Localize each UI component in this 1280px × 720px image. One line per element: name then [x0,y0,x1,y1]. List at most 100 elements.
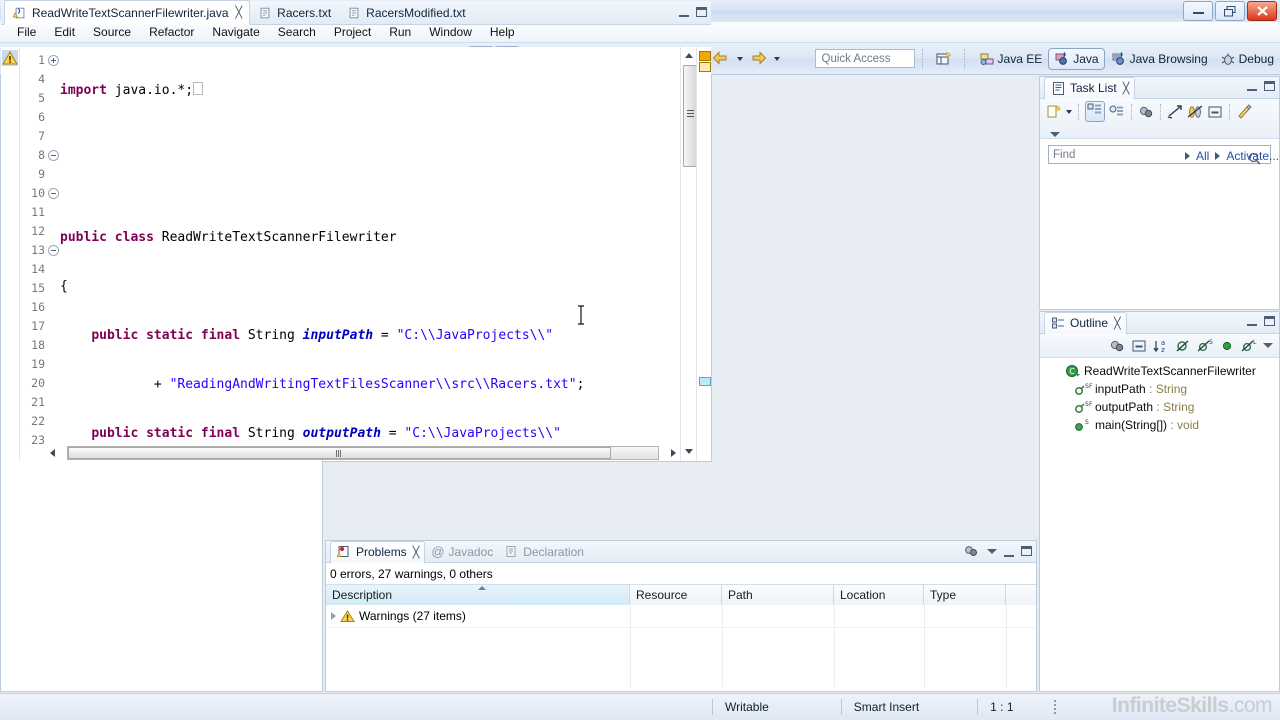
code-area[interactable]: 1 4 5 6 7 8 9 10 11 12 13 14 15 16 17 18… [1,47,711,460]
outline-item-class[interactable]: C ReadWriteTextScannerFilewriter [1040,362,1279,380]
tab-outline[interactable]: Outline ╳ [1044,311,1127,335]
collapse-all-icon[interactable] [1207,104,1223,120]
expand-arrow-icon[interactable] [326,612,340,620]
focus-on-active-task-icon[interactable] [1187,104,1203,120]
fold-marker[interactable] [47,184,60,203]
menu-run[interactable]: Run [380,23,420,41]
chevron-right-icon[interactable] [1215,152,1221,160]
minimize-icon[interactable] [679,6,689,17]
menu-source[interactable]: Source [84,23,140,41]
fold-collapse-icon[interactable] [48,150,59,161]
overview-occurrence-marker[interactable] [699,377,711,386]
tab-javadoc[interactable]: @ Javadoc [425,541,499,562]
focus-on-workweek-icon[interactable] [1138,104,1154,120]
hide-fields-icon[interactable] [1175,338,1191,354]
minimize-icon[interactable] [1247,315,1257,326]
close-icon[interactable]: ╳ [413,546,420,559]
editor-tab-readwritetextscannerfilewriter-java[interactable]: ReadWriteTextScannerFilewriter.java ╳ [4,0,251,25]
forward-dropdown-icon[interactable] [771,47,782,71]
scroll-down-icon[interactable] [685,449,693,454]
menu-edit[interactable]: Edit [45,23,84,41]
outline-item-outputpath[interactable]: SF outputPath : String [1040,398,1279,416]
restore-button[interactable] [1215,1,1245,21]
view-filters-icon[interactable] [964,544,980,558]
column-header-path[interactable]: Path [722,585,834,605]
fold-marker[interactable] [47,51,60,70]
open-perspective-icon[interactable] [931,46,957,72]
outline-item-inputpath[interactable]: SF inputPath : String [1040,380,1279,398]
close-icon[interactable]: ╳ [1114,317,1121,330]
maximize-icon[interactable] [1264,315,1275,326]
editor-horizontal-scrollbar[interactable] [47,446,679,460]
fold-expand-icon[interactable] [48,55,59,66]
restore-task-icon[interactable] [1236,103,1252,120]
categorized-presentation-button[interactable] [1085,101,1105,122]
close-button[interactable] [1247,1,1277,21]
sort-icon[interactable]: az [1153,338,1169,354]
new-task-icon[interactable] [1046,104,1062,120]
view-menu-icon[interactable] [987,548,997,554]
scrollbar-thumb[interactable] [683,65,697,167]
overview-warning-marker[interactable] [699,51,711,61]
annotation-ruler[interactable] [1,47,20,460]
perspective-java[interactable]: Java [1048,47,1105,70]
scroll-right-icon[interactable] [671,449,676,457]
maximize-icon[interactable] [1264,80,1275,91]
chevron-right-icon[interactable] [1185,152,1190,160]
new-task-dropdown-icon[interactable] [1066,109,1072,114]
fold-collapse-icon[interactable] [48,188,59,199]
column-header-type[interactable]: Type [924,585,1006,605]
perspective-debug[interactable]: Debug [1214,48,1280,70]
fold-collapse-icon[interactable] [48,245,59,256]
focus-on-active-task-icon[interactable] [1109,338,1125,354]
column-header-resource[interactable]: Resource [630,585,722,605]
menu-window[interactable]: Window [420,23,481,41]
view-menu-icon[interactable] [1263,343,1273,348]
menu-project[interactable]: Project [325,23,380,41]
outline-item-main[interactable]: S main(String[]) : void [1040,416,1279,434]
view-menu-icon[interactable] [1050,132,1060,137]
minimize-icon[interactable] [1247,80,1257,91]
tab-task-list[interactable]: Task List ╳ [1044,76,1136,100]
menu-refactor[interactable]: Refactor [140,23,203,41]
perspective-java-browsing[interactable]: Java Browsing [1105,48,1214,70]
back-dropdown-icon[interactable] [734,47,745,71]
editor-vertical-scrollbar[interactable] [680,47,697,460]
folding-ruler[interactable] [47,47,60,460]
hscrollbar-track[interactable] [67,446,659,460]
synchronize-icon[interactable] [1167,104,1183,120]
scheduled-presentation-icon[interactable] [1109,105,1125,119]
back-icon[interactable] [708,46,734,72]
hide-local-types-icon[interactable]: L [1241,338,1257,354]
maximize-icon[interactable] [696,6,707,17]
editor-tab-racersmodified-txt[interactable]: RacersModified.txt [339,1,473,24]
fold-marker[interactable] [47,146,60,165]
warning-marker-icon[interactable] [2,50,18,66]
minimize-button[interactable] [1183,1,1213,21]
filter-all-link[interactable]: All [1196,149,1209,163]
tab-declaration[interactable]: Declaration [499,541,590,562]
hide-non-public-icon[interactable] [1219,338,1235,354]
h ide-static-icon[interactable]: S [1197,338,1213,354]
close-icon[interactable]: ╳ [236,6,243,19]
scroll-up-icon[interactable] [685,53,693,58]
menu-file[interactable]: File [8,23,45,41]
quick-access-input[interactable]: Quick Access [814,49,915,68]
table-row[interactable]: Warnings (27 items) [326,605,1036,628]
source-code[interactable]: import java.io.*; public class ReadWrite… [60,47,679,460]
forward-icon[interactable] [745,46,771,72]
status-resize-grip[interactable] [1053,700,1056,714]
close-icon[interactable]: ╳ [1123,82,1130,95]
maximize-icon[interactable] [1021,546,1032,556]
column-header-description[interactable]: Description [326,585,630,605]
minimize-icon[interactable] [1004,546,1014,557]
collapse-all-icon[interactable] [1131,338,1147,354]
overview-warning-marker[interactable] [699,62,711,72]
search-icon[interactable] [1248,152,1261,165]
tab-problems[interactable]: Problems ╳ [330,540,426,564]
editor-tab-racers-txt[interactable]: Racers.txt [250,1,339,24]
menu-help[interactable]: Help [481,23,524,41]
fold-marker[interactable] [47,241,60,260]
menu-navigate[interactable]: Navigate [203,23,268,41]
column-header-location[interactable]: Location [834,585,924,605]
